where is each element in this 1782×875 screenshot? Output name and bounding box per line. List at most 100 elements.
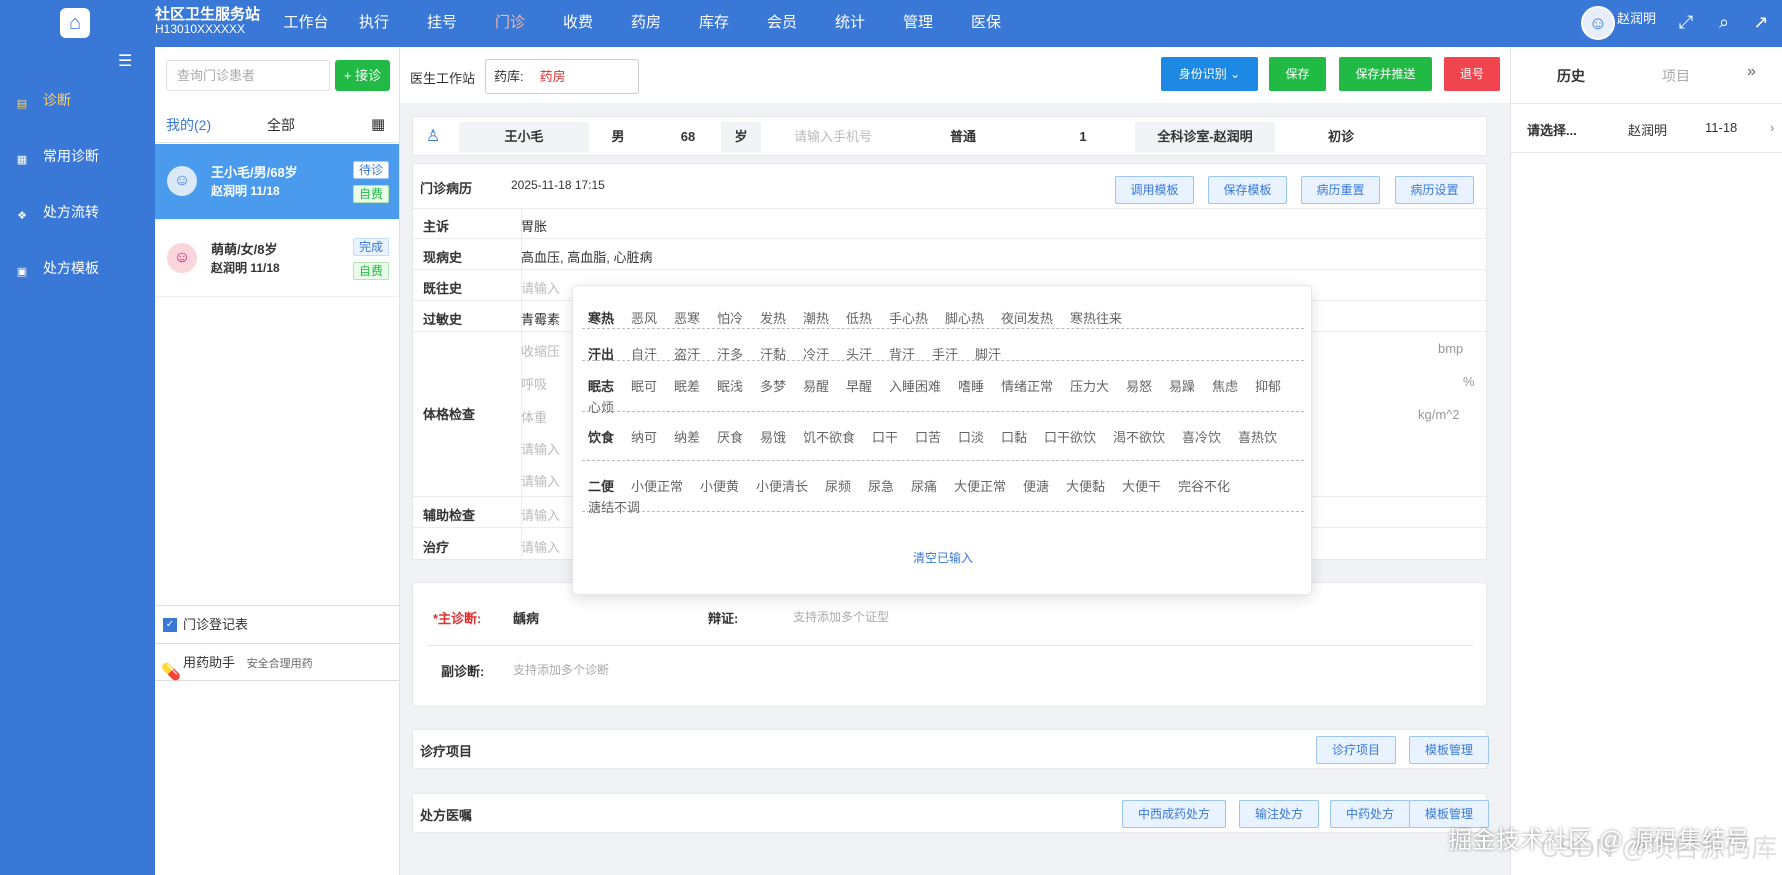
symptom-option[interactable]: 入睡困难 [889,376,941,395]
symptom-option[interactable]: 手汗 [932,344,958,363]
allergy-value[interactable]: 青霉素 [521,309,560,328]
sub-diagnosis-input[interactable]: 支持添加多个诊断 [513,661,609,678]
symptom-option[interactable]: 饥不欲食 [803,427,855,446]
symptom-option[interactable]: 冷汗 [803,344,829,363]
main-diagnosis-value[interactable]: 龋病 [513,608,539,627]
nav-member[interactable]: 会员 [748,0,816,47]
visit-kind[interactable]: 初诊 [1281,122,1401,152]
symptom-option[interactable]: 怕冷 [717,308,743,327]
record-settings-button[interactable]: 病历设置 [1395,176,1474,204]
department[interactable]: 全科诊室-赵润明 [1135,122,1275,152]
menu-collapse-icon[interactable]: ☰ [118,51,132,71]
pharmacy-select[interactable]: 药库: 药房 [485,59,639,94]
nav-pharmacy[interactable]: 药房 [612,0,680,47]
symptom-option[interactable]: 恶风 [631,308,657,327]
fullscreen-icon[interactable]: ⤢ [1674,10,1698,34]
nav-inventory[interactable]: 库存 [680,0,748,47]
symptom-option[interactable]: 喜冷饮 [1182,427,1221,446]
symptom-option[interactable]: 尿频 [825,476,851,495]
sidebar-item-diagnosis[interactable]: ▤ 诊断 [0,80,155,120]
symptom-option[interactable]: 脚汗 [975,344,1001,363]
tab-mine[interactable]: 我的(2) [166,107,211,143]
phone-input[interactable]: 请输入手机号 [768,122,898,152]
visit-type[interactable]: 普通 [913,122,1013,152]
double-chevron-right-icon[interactable]: » [1747,63,1756,81]
treatment-items-button[interactable]: 诊疗项目 [1316,736,1396,764]
save-push-button[interactable]: 保存并推送 [1339,57,1432,91]
patient-search-input[interactable]: 查询门诊患者 [166,60,330,91]
symptom-option[interactable]: 焦虑 [1212,376,1238,395]
symptom-option[interactable]: 情绪正常 [1001,376,1053,395]
chief-value[interactable]: 胃胀 [521,216,547,235]
nav-insurance[interactable]: 医保 [952,0,1020,47]
nav-manage[interactable]: 管理 [884,0,952,47]
history-select[interactable]: 请选择... [1527,120,1577,139]
symptom-option[interactable]: 手心热 [889,308,928,327]
symptom-option[interactable]: 喜热饮 [1238,427,1277,446]
reset-record-button[interactable]: 病历重置 [1301,176,1380,204]
exam-field[interactable]: 体重 [521,407,547,426]
symptom-option[interactable]: 易躁 [1169,376,1195,395]
symptom-option[interactable]: 大便正常 [954,476,1006,495]
tcm-prescription-button[interactable]: 中药处方 [1330,800,1410,828]
symptom-option[interactable]: 尿痛 [911,476,937,495]
symptom-option[interactable]: 压力大 [1070,376,1109,395]
search-icon[interactable]: ⌕ [1712,10,1736,34]
sidebar-item-prescription-flow[interactable]: ❖ 处方流转 [0,192,155,232]
symptom-option[interactable]: 渴不欲饮 [1113,427,1165,446]
user-name[interactable]: 赵润明 [1617,8,1656,27]
present-history-row[interactable]: 现病史 高血压, 高血脂, 心脏病 [413,238,1488,269]
symptom-option[interactable]: 脚心热 [945,308,984,327]
exam-field[interactable]: 请输入 [521,439,560,458]
symptom-option[interactable]: 口苦 [915,427,941,446]
history-row[interactable]: 请选择... 赵润明 11-18 › [1511,103,1782,153]
nav-outpatient[interactable]: 门诊 [476,0,544,47]
symptom-option[interactable]: 眠差 [674,376,700,395]
symptom-option[interactable]: 易醒 [803,376,829,395]
symptom-option[interactable]: 口干欲饮 [1044,427,1096,446]
syndrome-input[interactable]: 支持添加多个证型 [793,608,889,625]
symptom-option[interactable]: 厌食 [717,427,743,446]
clear-input-button[interactable]: 清空已输入 [573,549,1313,566]
user-avatar[interactable]: ☺ [1581,6,1615,40]
past-input[interactable]: 请输入 [521,278,560,297]
external-link-icon[interactable]: ↗ [1749,10,1773,34]
tab-all[interactable]: 全部 [267,107,295,143]
chevron-right-icon[interactable]: › [1770,120,1774,135]
symptom-option[interactable]: 溏结不调 [588,497,640,516]
save-template-button[interactable]: 保存模板 [1208,176,1287,204]
symptom-option[interactable]: 眠浅 [717,376,743,395]
symptom-option[interactable]: 潮热 [803,308,829,327]
treat-input[interactable]: 请输入 [521,537,560,556]
symptom-option[interactable]: 小便正常 [631,476,683,495]
symptom-option[interactable]: 大便黏 [1066,476,1105,495]
symptom-option[interactable]: 汗多 [717,344,743,363]
symptom-option[interactable]: 易怒 [1126,376,1152,395]
identify-button[interactable]: 身份识别 ⌄ [1161,57,1258,91]
symptom-option[interactable]: 抑郁 [1255,376,1281,395]
receive-patient-button[interactable]: + 接诊 [335,60,390,91]
patient-card[interactable]: ☺ 萌萌/女/8岁 赵润明 11/18 完成 自费 [155,221,399,297]
symptom-option[interactable]: 纳差 [674,427,700,446]
load-template-button[interactable]: 调用模板 [1115,176,1194,204]
symptom-option[interactable]: 口干 [872,427,898,446]
symptom-option[interactable]: 纳可 [631,427,657,446]
aux-input[interactable]: 请输入 [521,505,560,524]
symptom-option[interactable]: 小便清长 [756,476,808,495]
nav-execute[interactable]: 执行 [340,0,408,47]
exam-field[interactable]: 呼吸 [521,374,547,393]
calendar-icon[interactable]: ▦ [371,107,385,143]
template-manage-button[interactable]: 模板管理 [1409,736,1489,764]
outpatient-register-tool[interactable]: ✓ 门诊登记表 [155,605,399,643]
symptom-option[interactable]: 完谷不化 [1178,476,1230,495]
symptom-option[interactable]: 背汗 [889,344,915,363]
sidebar-item-prescription-template[interactable]: ▣ 处方模板 [0,248,155,288]
exam-field[interactable]: 请输入 [521,471,560,490]
symptom-option[interactable]: 大便干 [1122,476,1161,495]
symptom-option[interactable]: 盗汗 [674,344,700,363]
symptom-option[interactable]: 口淡 [958,427,984,446]
symptom-option[interactable]: 夜间发热 [1001,308,1053,327]
nav-register[interactable]: 挂号 [408,0,476,47]
symptom-option[interactable]: 早醒 [846,376,872,395]
symptom-option[interactable]: 自汗 [631,344,657,363]
